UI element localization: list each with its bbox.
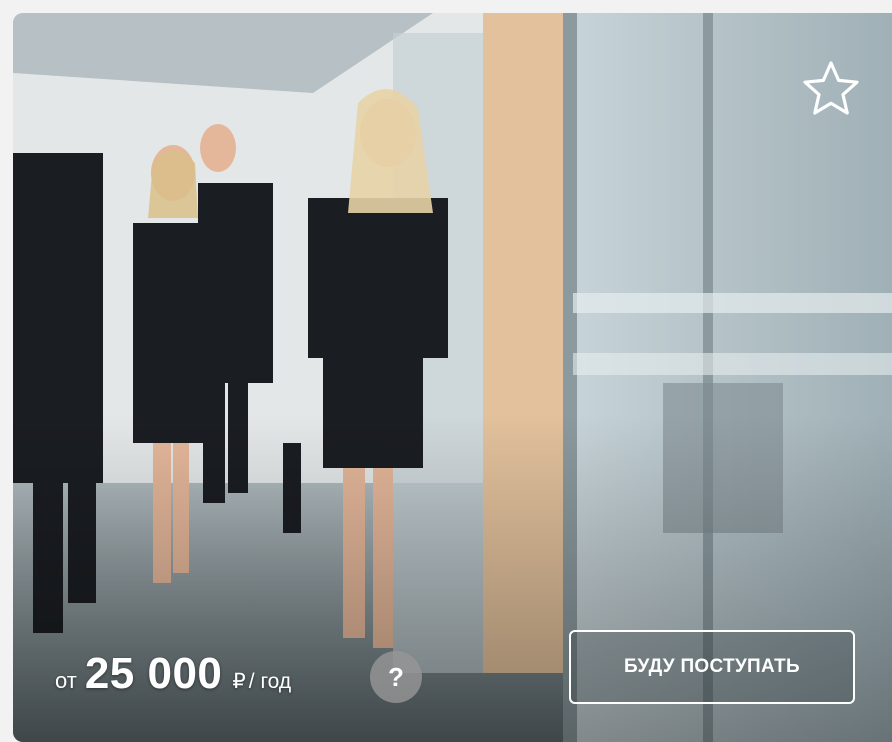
price-amount: 25 000 [84, 649, 223, 698]
price-label: от 25 000 ₽ / год [55, 649, 291, 709]
price-period: / год [248, 670, 292, 693]
program-card[interactable]: от 25 000 ₽ / год ? БУДУ ПОСТУПАТЬ [13, 13, 892, 742]
price-prefix: от [55, 668, 77, 693]
star-outline-icon[interactable] [799, 57, 863, 121]
apply-button[interactable]: БУДУ ПОСТУПАТЬ [569, 630, 855, 704]
price-help-icon[interactable]: ? [370, 651, 422, 703]
currency-symbol: ₽ [232, 670, 246, 693]
